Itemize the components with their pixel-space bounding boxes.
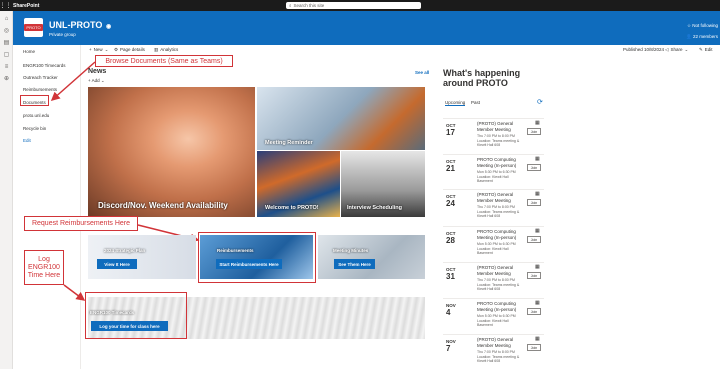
event-details: Thu 7:00 PM to 8:00 PM Location: Teams m… — [477, 205, 520, 218]
add-to-calendar-icon[interactable]: ▦ — [535, 336, 540, 342]
event-details: Mon 5:30 PM to 6:30 PM Location: Kiewit … — [477, 242, 516, 255]
annotation-log-time: Log ENGR100 Time Here — [24, 250, 64, 285]
quicklink-title: Meeting Minutes — [333, 248, 369, 253]
news-add-button[interactable]: + Add ⌄ — [88, 78, 105, 84]
event-title[interactable]: (PROTO) General Member Meeting — [477, 192, 522, 203]
refresh-icon[interactable]: ⟳ — [537, 98, 543, 106]
add-to-calendar-icon[interactable]: ▦ — [535, 300, 540, 306]
event-details: Mon 5:30 PM to 6:30 PM Location: Kiewit … — [477, 170, 516, 183]
event-card[interactable]: OCT 17 (PROTO) General Member Meeting Thu 7… — [443, 118, 544, 153]
event-details: Thu 7:00 PM to 8:00 PM Location: Teams m… — [477, 278, 520, 291]
event-title[interactable]: (PROTO) General Member Meeting — [477, 265, 522, 276]
event-card[interactable]: OCT 24 (PROTO) General Member Meeting Thu 7… — [443, 189, 544, 224]
events-heading: What's happening around PROTO — [443, 68, 521, 88]
event-day: 17 — [446, 128, 455, 137]
event-join-button[interactable]: Join — [527, 272, 541, 279]
news-see-all-link[interactable]: See all — [415, 70, 429, 75]
event-day: 24 — [446, 199, 455, 208]
tab-upcoming[interactable]: Upcoming — [445, 100, 466, 106]
event-day: 31 — [446, 272, 455, 281]
quicklink-strategic-plan[interactable]: 2024 Strategic Plan View It Here — [88, 235, 196, 279]
news-tile-meeting-reminder[interactable]: Meeting Reminder — [257, 87, 425, 150]
quicklink-meeting-minutes[interactable]: Meeting Minutes See Them Here — [318, 235, 425, 279]
news-tile-title: Discord/Nov. Weekend Availability — [98, 201, 228, 210]
event-join-button[interactable]: Join — [527, 308, 541, 315]
add-to-calendar-icon[interactable]: ▦ — [535, 191, 540, 197]
event-card[interactable]: OCT 21 PROTO Computing Meeting (In-person)… — [443, 154, 544, 189]
event-join-button[interactable]: Join — [527, 236, 541, 243]
news-tile-discord[interactable]: Discord/Nov. Weekend Availability — [88, 87, 255, 217]
event-title[interactable]: (PROTO) General Member Meeting — [477, 337, 522, 348]
event-card[interactable]: NOV 4 PROTO Computing Meeting (In-person) M… — [443, 298, 544, 333]
event-details: Thu 7:00 PM to 8:00 PM Location: Teams m… — [477, 350, 520, 363]
reimbursements-highlight — [198, 232, 316, 283]
add-to-calendar-icon[interactable]: ▦ — [535, 228, 540, 234]
event-title[interactable]: (PROTO) General Member Meeting — [477, 121, 522, 132]
event-card[interactable]: OCT 31 (PROTO) General Member Meeting Thu 7… — [443, 262, 544, 297]
annotation-reimbursements: Request Reimbursements Here — [24, 216, 138, 231]
news-tile-title: Meeting Reminder — [265, 140, 313, 146]
event-card[interactable]: NOV 7 (PROTO) General Member Meeting Thu 7:… — [443, 334, 544, 369]
event-card[interactable]: OCT 28 PROTO Computing Meeting (In-person)… — [443, 226, 544, 261]
news-tile-title: Interview Scheduling — [347, 205, 403, 211]
event-title[interactable]: PROTO Computing Meeting (In-person) — [477, 229, 522, 240]
event-join-button[interactable]: Join — [527, 199, 541, 206]
news-tile-title: Welcome to PROTO! — [265, 205, 319, 211]
add-to-calendar-icon[interactable]: ▦ — [535, 264, 540, 270]
event-title[interactable]: PROTO Computing Meeting (In-person) — [477, 157, 522, 168]
add-to-calendar-icon[interactable]: ▦ — [535, 156, 540, 162]
news-tile-welcome[interactable]: Welcome to PROTO! — [257, 151, 340, 217]
event-day: 7 — [446, 344, 451, 353]
event-day: 28 — [446, 236, 455, 245]
tab-past[interactable]: Past — [471, 100, 480, 105]
event-day: 4 — [446, 308, 451, 317]
event-join-button[interactable]: Join — [527, 344, 541, 351]
add-to-calendar-icon[interactable]: ▦ — [535, 120, 540, 126]
timecards-highlight — [85, 292, 187, 339]
event-title[interactable]: PROTO Computing Meeting (In-person) — [477, 301, 522, 312]
event-join-button[interactable]: Join — [527, 164, 541, 171]
quicklink-title: 2024 Strategic Plan — [104, 248, 146, 253]
news-tile-interview[interactable]: Interview Scheduling — [341, 151, 425, 217]
event-details: Mon 5:30 PM to 6:30 PM Location: Kiewit … — [477, 314, 516, 327]
event-details: Thu 7:00 PM to 8:00 PM Location: Teams m… — [477, 134, 520, 147]
event-day: 21 — [446, 164, 455, 173]
event-join-button[interactable]: Join — [527, 128, 541, 135]
see-them-here-button[interactable]: See Them Here — [334, 259, 375, 269]
news-heading: News — [88, 68, 107, 75]
view-it-here-button[interactable]: View It Here — [97, 259, 137, 269]
